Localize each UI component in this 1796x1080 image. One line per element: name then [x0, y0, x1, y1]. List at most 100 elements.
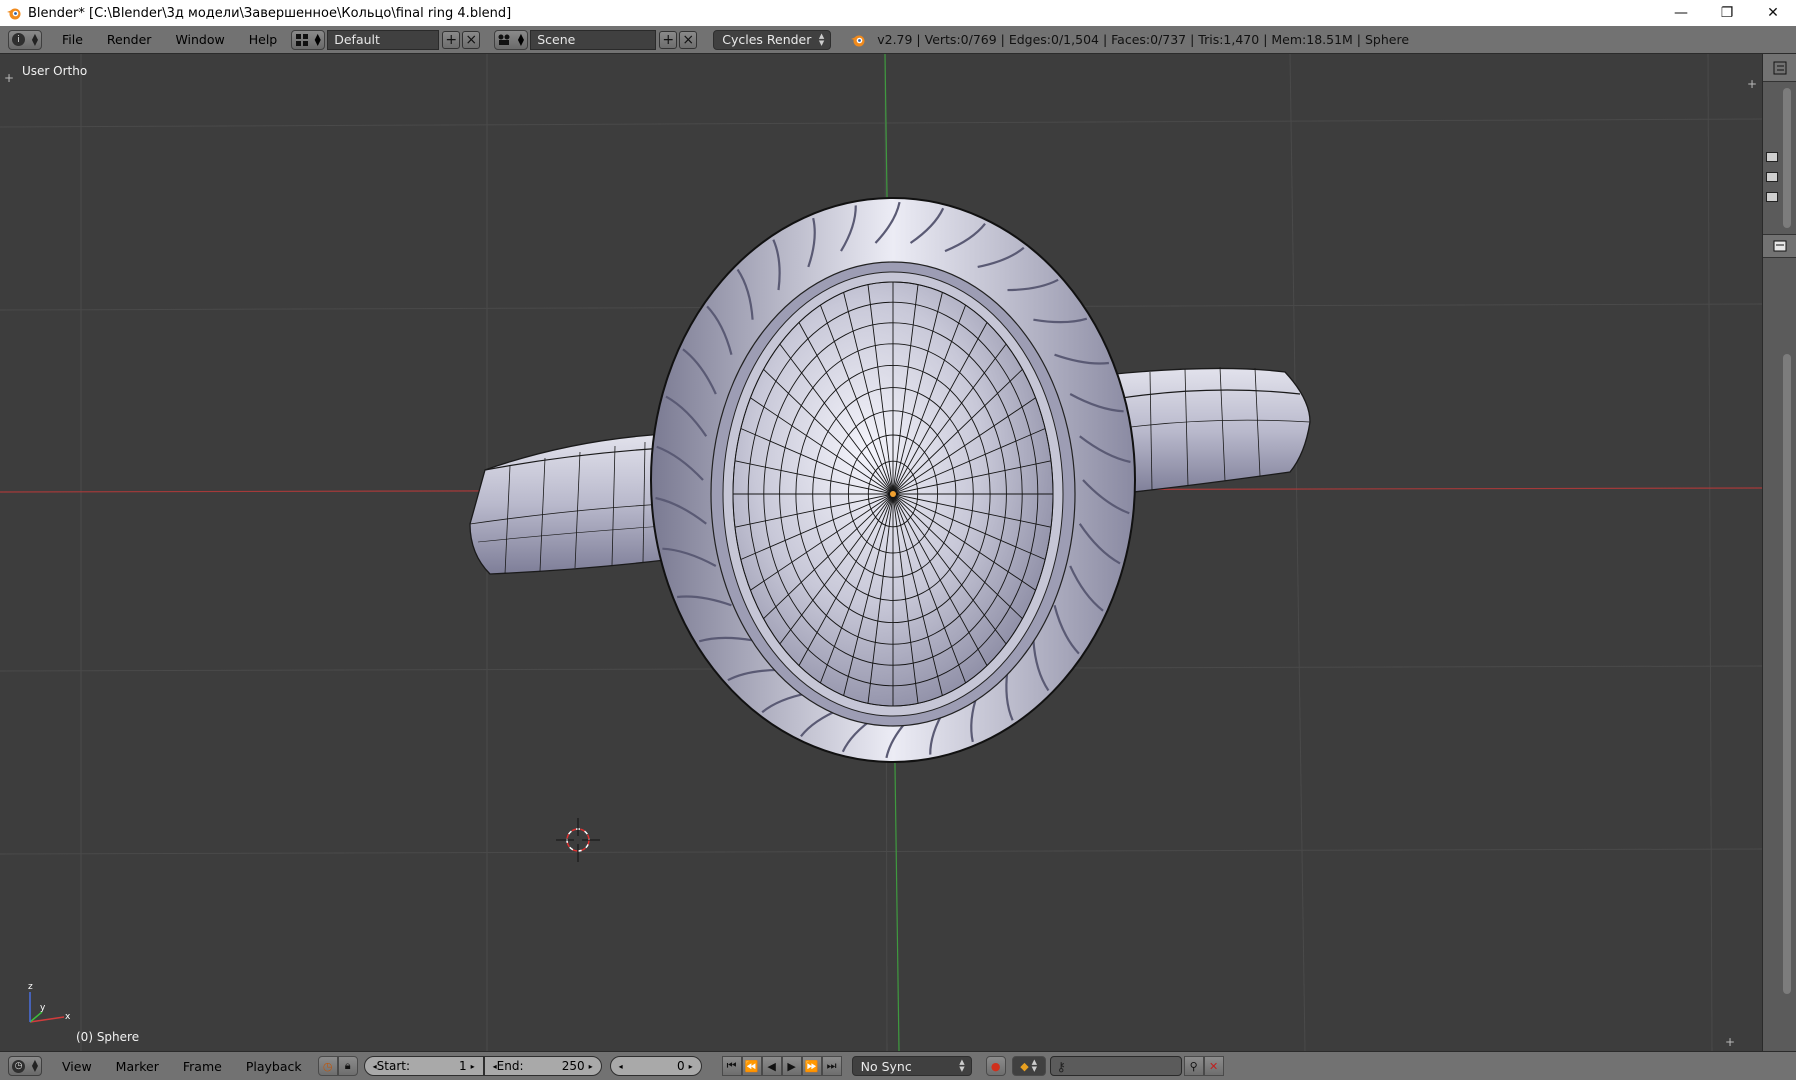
jump-to-end-button[interactable]: ⏭ — [821, 1056, 842, 1076]
screen-layout-browse-button[interactable]: ▲ ▼ — [291, 29, 326, 50]
start-frame-value: 1 — [458, 1059, 467, 1073]
x-icon: × — [682, 31, 695, 48]
ring-band-left — [469, 433, 666, 575]
timeline-menu-frame[interactable]: Frame — [171, 1059, 234, 1074]
toolshelf-expand-icon[interactable]: + — [4, 71, 14, 85]
preview-range-button[interactable]: ◷ — [317, 1056, 338, 1076]
delete-keyframe-button[interactable]: ✕ — [1203, 1056, 1224, 1076]
add-screen-button[interactable]: + — [442, 30, 461, 49]
plus-icon: + — [662, 31, 675, 48]
jump-to-start-button[interactable]: ⏮ — [721, 1056, 742, 1076]
record-button[interactable]: ● — [985, 1056, 1006, 1076]
blender-logo-icon — [851, 35, 865, 46]
arrow-right-icon: ▸ — [470, 1061, 475, 1071]
end-frame-value: 250 — [561, 1059, 585, 1073]
add-scene-button[interactable]: + — [659, 30, 678, 49]
start-frame-label: Start: — [376, 1059, 410, 1073]
axis-x-label: x — [65, 1012, 71, 1022]
clock-icon: ◷ — [12, 1059, 25, 1073]
right-editor-strip — [1762, 54, 1796, 1051]
timeline-menu-marker[interactable]: Marker — [104, 1059, 171, 1074]
keyframe-icon: ◆ — [1020, 1059, 1029, 1073]
close-button[interactable]: ✕ — [1750, 0, 1796, 26]
updown-arrows-icon: ▲ ▼ — [31, 1058, 38, 1073]
arrow-left-icon: ◂ — [618, 1061, 623, 1071]
view-mode-label: User Ortho — [22, 64, 88, 78]
prev-keyframe-icon: ⏪ — [744, 1059, 759, 1073]
maximize-button[interactable]: ❐ — [1704, 0, 1750, 26]
play-reverse-icon: ◀ — [767, 1059, 776, 1073]
render-engine-label: Cycles Render — [722, 32, 812, 47]
camera-icon — [1766, 152, 1778, 162]
delete-screen-button[interactable]: × — [462, 30, 481, 49]
jump-start-icon: ⏮ — [726, 1059, 737, 1072]
updown-arrows-icon: ▲ ▼ — [517, 31, 525, 47]
scene-browse-button[interactable]: ▲ ▼ — [494, 29, 529, 50]
properties-header[interactable] — [1763, 234, 1796, 258]
outliner-header[interactable] — [1763, 54, 1796, 82]
editor-type-selector[interactable]: i ▲ ▼ — [8, 29, 42, 50]
menu-window[interactable]: Window — [163, 32, 236, 47]
jump-to-keyframe-next-button[interactable]: ⏩ — [801, 1056, 822, 1076]
window-title: Blender* [C:\Blender\3д модели\Завершенн… — [28, 5, 512, 21]
play-reverse-button[interactable]: ◀ — [761, 1056, 782, 1076]
minimize-button[interactable]: — — [1658, 0, 1704, 26]
record-icon: ● — [990, 1059, 1001, 1073]
plus-icon: + — [445, 31, 458, 48]
current-frame-field[interactable]: ◂ 0 ▸ — [609, 1056, 702, 1076]
timeline-header: ◷ ▲ ▼ View Marker Frame Playback ◷ 🔒︎ ◂ S… — [0, 1051, 1796, 1080]
end-frame-label: End: — [496, 1059, 524, 1073]
end-frame-field[interactable]: ◂ End: 250 ▸ — [483, 1056, 602, 1076]
outliner-scrollbar[interactable] — [1783, 88, 1791, 228]
3d-cursor — [556, 818, 600, 862]
screen-layout-field[interactable]: Default — [327, 29, 440, 50]
jump-to-keyframe-prev-button[interactable]: ⏪ — [741, 1056, 762, 1076]
clock-icon: ◷ — [322, 1059, 333, 1073]
updown-arrows-icon: ▲ ▼ — [31, 31, 38, 47]
3d-viewport[interactable]: z y x + + + User Ortho (0) Sphere — [0, 54, 1762, 1051]
timeline-menu-view[interactable]: View — [50, 1059, 104, 1074]
jump-end-icon: ⏭ — [826, 1059, 837, 1072]
active-keying-set-field[interactable]: ⚷ — [1049, 1056, 1182, 1076]
keying-set-button[interactable]: ◆ ▲ ▼ — [1011, 1056, 1046, 1076]
blender-logo-icon — [7, 8, 21, 20]
lock-range-button[interactable]: 🔒︎ — [337, 1056, 358, 1076]
timeline-editor-type-selector[interactable]: ◷ ▲ ▼ — [8, 1056, 42, 1076]
sync-mode-label: No Sync — [860, 1058, 912, 1074]
delete-scene-button[interactable]: × — [679, 30, 698, 49]
insert-keyframe-button[interactable]: ⚲ — [1183, 1056, 1204, 1076]
x-icon: × — [465, 31, 478, 48]
render-engine-dropdown[interactable]: Cycles Render ▲ ▼ — [713, 29, 832, 50]
start-frame-field[interactable]: ◂ Start: 1 ▸ — [363, 1056, 484, 1076]
menu-file[interactable]: File — [50, 32, 95, 47]
ring-band-right — [1114, 366, 1311, 495]
next-keyframe-icon: ⏩ — [804, 1059, 819, 1073]
axis-gizmo: z y x — [28, 982, 71, 1023]
outliner-icon — [1773, 61, 1787, 74]
scene-statistics: v2.79 | Verts:0/769 | Edges:0/1,504 | Fa… — [877, 32, 1410, 47]
updown-arrows-icon: ▲ ▼ — [1031, 1058, 1038, 1073]
menu-render[interactable]: Render — [95, 32, 164, 47]
info-icon: i — [12, 33, 25, 46]
viewport-canvas[interactable]: z y x + + + — [0, 54, 1762, 1051]
camera-icon — [1766, 192, 1778, 202]
properties-scrollbar[interactable] — [1783, 354, 1791, 994]
properties-icon — [1773, 240, 1787, 252]
object-origin — [890, 491, 896, 497]
arrow-right-icon: ▸ — [588, 1061, 593, 1071]
play-button[interactable]: ▶ — [781, 1056, 802, 1076]
scene-field[interactable]: Scene — [530, 29, 657, 50]
axis-y-label: y — [40, 1003, 46, 1013]
properties-expand-icon[interactable]: + — [1747, 77, 1757, 91]
layout-grid-icon — [295, 33, 308, 46]
key-delete-icon: ✕ — [1209, 1059, 1219, 1073]
menu-help[interactable]: Help — [237, 32, 290, 47]
window-titlebar: Blender* [C:\Blender\3д модели\Завершенн… — [0, 0, 1796, 26]
updown-arrows-icon: ▲ ▼ — [818, 31, 825, 47]
timeline-menu-playback[interactable]: Playback — [234, 1059, 314, 1074]
view-expand-icon[interactable]: + — [1725, 1035, 1735, 1049]
sync-mode-dropdown[interactable]: No Sync ▲ ▼ — [851, 1056, 972, 1076]
info-header: i ▲ ▼ File Render Window Help ▲ ▼ Default … — [0, 26, 1796, 54]
active-object-label: (0) Sphere — [76, 1030, 140, 1044]
axis-z-label: z — [28, 982, 33, 992]
